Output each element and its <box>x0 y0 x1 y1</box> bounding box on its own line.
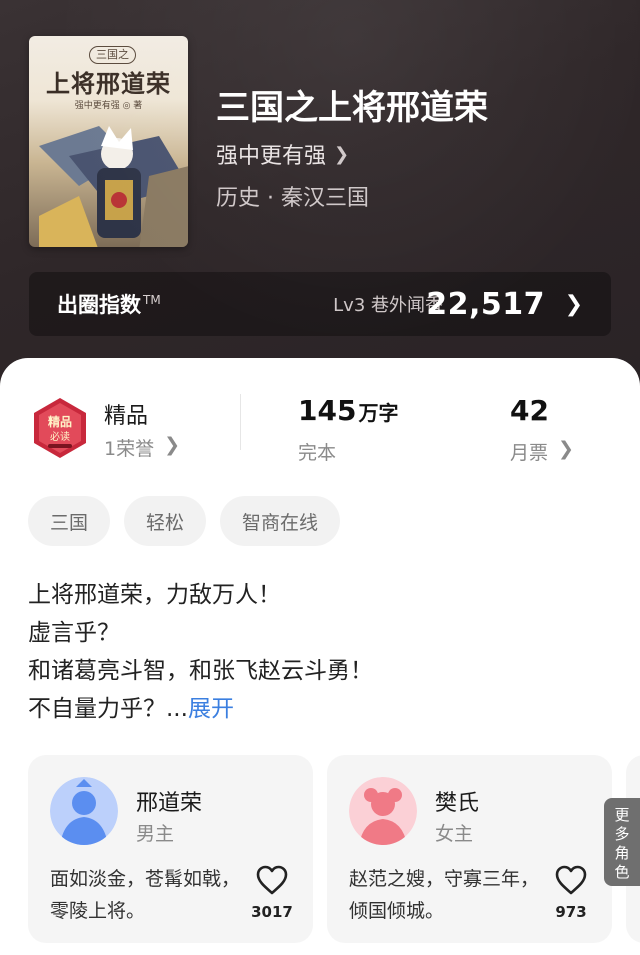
heart-icon[interactable] <box>555 865 587 895</box>
intro-line: 上将邢道荣，力敌万人！ <box>28 582 281 608</box>
character-avatar <box>349 777 417 845</box>
more-roles-button[interactable]: 更多角色 <box>604 798 640 886</box>
author-name: 强中更有强 <box>216 144 327 169</box>
tag-list: 三国 轻松 智商在线 <box>28 496 341 546</box>
word-count-number: 145 <box>298 394 357 427</box>
chevron-right-icon: ❯ <box>334 143 350 165</box>
character-role: 男主 <box>136 823 175 845</box>
character-name: 邢道荣 <box>136 791 203 816</box>
character-card[interactable]: 樊氏 女主 赵范之嫂，守寡三年，倾国倾城。 973 <box>327 755 612 943</box>
divider <box>240 394 241 450</box>
svg-text:必读: 必读 <box>50 430 70 443</box>
like-count: 3017 <box>251 903 293 921</box>
character-carousel[interactable]: 邢道荣 男主 面如淡金，苍髯如戟，零陵上将。 3017 樊氏 女主 赵范之嫂，守… <box>28 755 640 945</box>
cover-series-badge: 三国之 <box>89 46 136 64</box>
cover-title: 上将邢道荣 <box>46 69 171 98</box>
book-header: 三国之 上将邢道荣 强中更有强 ◎ 著 三国之上将邢道荣 强中更有强 ❯ 历史 … <box>0 0 640 400</box>
honors-count: 1荣誉 <box>104 438 155 460</box>
heart-icon[interactable] <box>256 865 288 895</box>
honors-link[interactable]: 1荣誉 ❯ <box>104 434 180 461</box>
quality-label: 精品 <box>104 404 149 429</box>
svg-text:精品: 精品 <box>48 414 72 429</box>
like-count: 973 <box>555 903 587 921</box>
quality-badge-icon: 精品 必读 <box>34 398 86 458</box>
character-description: 面如淡金，苍髯如戟，零陵上将。 <box>50 868 241 922</box>
tag-chip[interactable]: 轻松 <box>124 496 207 546</box>
monthly-ticket-link[interactable]: 月票 ❯ <box>510 438 574 465</box>
monthly-ticket-count: 42 <box>510 394 549 427</box>
popularity-index-bar[interactable]: 出圈指数 TM Lv3 巷外闻香 22,517 ❯ <box>29 272 611 336</box>
character-description: 赵范之嫂，守寡三年，倾国倾城。 <box>349 868 540 922</box>
book-title: 三国之上将邢道荣 <box>216 88 488 128</box>
book-detail-card: 精品 必读 精品 1荣誉 ❯ 145 万字 完本 42 月票 ❯ 三国 轻松 智商… <box>0 358 640 955</box>
more-roles-label: 更多角色 <box>614 806 630 881</box>
author-link[interactable]: 强中更有强 ❯ <box>216 138 349 170</box>
popularity-value: 22,517 <box>426 286 545 322</box>
completion-status: 完本 <box>298 442 337 464</box>
chevron-right-icon: ❯ <box>164 434 181 456</box>
tag-chip[interactable]: 智商在线 <box>220 496 341 546</box>
character-card[interactable]: 邢道荣 男主 面如淡金，苍髯如戟，零陵上将。 3017 <box>28 755 313 943</box>
intro-line-last: 不自量力乎？...展开 <box>28 696 234 722</box>
genre-label: 历史 · 秦汉三国 <box>216 186 369 211</box>
character-role: 女主 <box>435 823 474 845</box>
book-cover[interactable]: 三国之 上将邢道荣 强中更有强 ◎ 著 <box>29 36 188 247</box>
tag-chip[interactable]: 三国 <box>28 496 111 546</box>
book-intro: 上将邢道荣，力敌万人！ 虚言乎？ 和诸葛亮斗智，和张飞赵云斗勇！ 不自量力乎？.… <box>28 576 618 728</box>
word-count-unit: 万字 <box>358 401 399 425</box>
intro-line: 虚言乎？ <box>28 620 120 646</box>
cover-illustration <box>39 126 188 247</box>
cover-author: 强中更有强 ◎ 著 <box>74 101 143 111</box>
word-count: 145 万字 <box>298 394 398 427</box>
popularity-label: 出圈指数 TM <box>57 293 161 317</box>
character-avatar <box>50 777 118 845</box>
expand-link[interactable]: 展开 <box>188 696 234 722</box>
chevron-right-icon: ❯ <box>558 438 574 460</box>
character-name: 樊氏 <box>435 791 480 816</box>
monthly-ticket-label: 月票 <box>510 442 549 464</box>
chevron-right-icon: ❯ <box>564 291 583 317</box>
intro-line: 和诸葛亮斗智，和张飞赵云斗勇！ <box>28 658 373 684</box>
popularity-level: Lv3 巷外闻香 <box>333 295 443 316</box>
